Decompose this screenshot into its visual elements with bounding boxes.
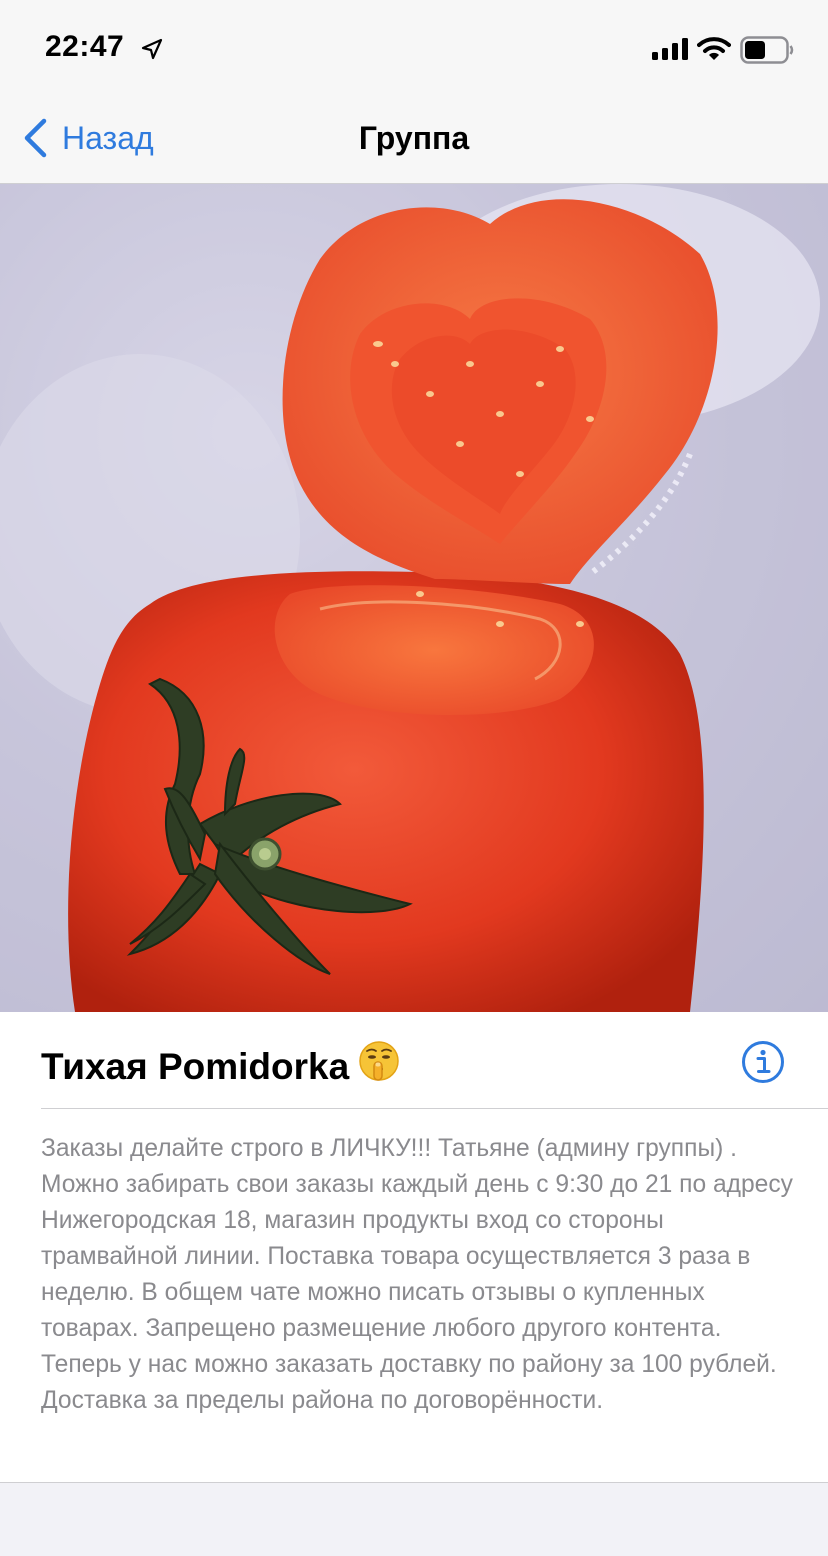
group-description: Заказы делайте строго в ЛИЧКУ!!! Татьяне… xyxy=(41,1135,793,1414)
top-bar-area: 22:47 Назад Группа xyxy=(0,0,828,184)
header-divider xyxy=(41,1108,828,1109)
status-time: 22:47 xyxy=(45,30,125,63)
group-header: Тихая Pomidorka xyxy=(0,1012,828,1109)
page-title: Группа xyxy=(358,120,470,156)
info-circle-icon[interactable] xyxy=(741,1040,785,1084)
group-name: Тихая Pomidorka xyxy=(41,1046,350,1087)
group-cover-image[interactable] xyxy=(0,184,828,1012)
bottom-area xyxy=(0,1483,828,1556)
status-bar: 22:47 xyxy=(0,0,828,96)
navigation-bar: Назад Группа xyxy=(0,96,828,184)
wifi-icon xyxy=(697,37,731,60)
shushing-face-emoji-icon xyxy=(359,1041,399,1081)
location-arrow-icon xyxy=(141,38,163,60)
battery-icon xyxy=(740,36,794,64)
cellular-signal-icon xyxy=(652,38,688,60)
